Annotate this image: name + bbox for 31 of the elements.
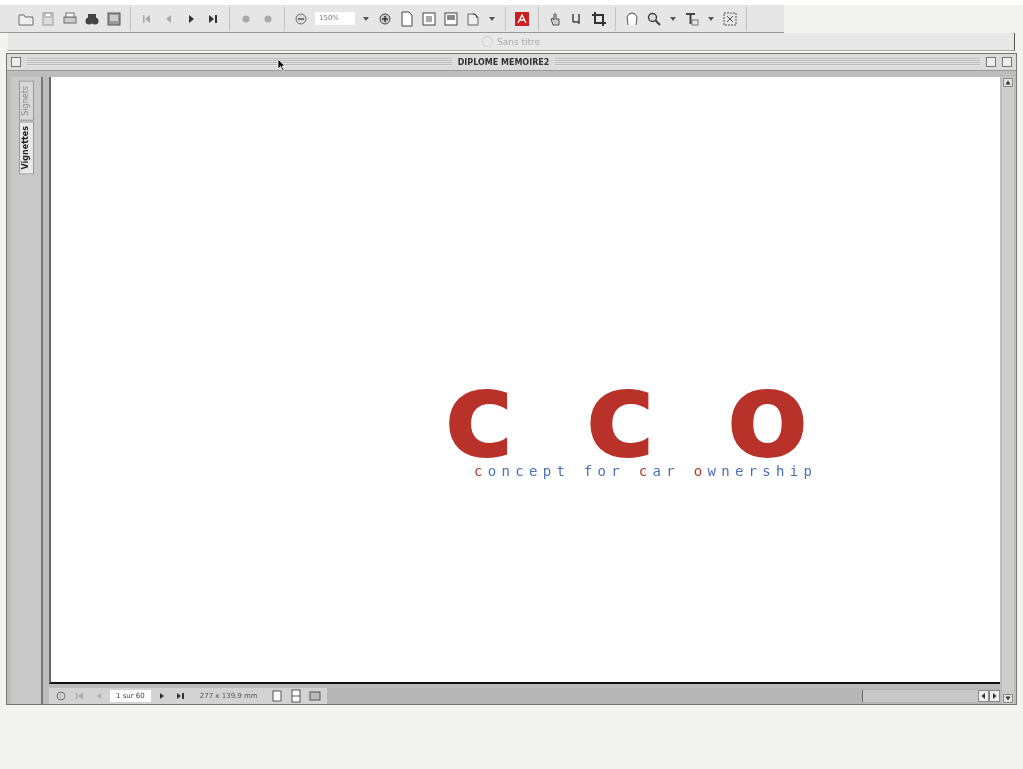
hand-pointer-icon[interactable] bbox=[547, 10, 563, 27]
zoom-box-icon[interactable] bbox=[986, 57, 996, 67]
window-title: DIPLOME MEMOIRE2 bbox=[457, 57, 550, 67]
acrobat-logo-icon[interactable] bbox=[514, 10, 530, 27]
crop-icon[interactable] bbox=[591, 10, 607, 27]
zoom-in-icon[interactable] bbox=[377, 10, 393, 27]
panel-tab[interactable]: Vignettes bbox=[18, 120, 34, 175]
scroll-thumb[interactable] bbox=[862, 690, 978, 702]
fit-page-icon[interactable] bbox=[421, 10, 437, 27]
facing-pages-icon[interactable] bbox=[306, 688, 323, 704]
page-layout-icon[interactable] bbox=[53, 688, 69, 704]
scroll-right-icon[interactable] bbox=[989, 690, 1000, 702]
logo-wordmark: cco bbox=[444, 367, 879, 463]
logo-tagline: c oncept for c ar o wnership bbox=[474, 463, 818, 479]
rotate-page-icon[interactable] bbox=[465, 10, 481, 27]
collapse-box-icon[interactable] bbox=[1002, 57, 1012, 67]
scroll-left-icon[interactable] bbox=[978, 690, 989, 702]
printer-icon[interactable] bbox=[62, 10, 78, 27]
page-icon[interactable] bbox=[399, 10, 415, 27]
panel-tab[interactable]: Signets bbox=[18, 81, 34, 121]
scroll-down-icon[interactable] bbox=[1003, 694, 1013, 703]
text-tool-icon[interactable] bbox=[684, 10, 700, 27]
image-frame-icon[interactable] bbox=[106, 10, 122, 27]
magnifier-icon[interactable] bbox=[646, 10, 662, 27]
scroll-up-icon[interactable] bbox=[1003, 78, 1013, 87]
fit-width-icon[interactable] bbox=[443, 10, 459, 27]
pointer-icon bbox=[277, 58, 286, 71]
zoom-out-icon[interactable] bbox=[293, 10, 309, 27]
vertical-scrollbar[interactable] bbox=[1002, 77, 1014, 704]
table-select-icon[interactable] bbox=[722, 10, 738, 27]
close-box-icon[interactable] bbox=[11, 57, 21, 67]
